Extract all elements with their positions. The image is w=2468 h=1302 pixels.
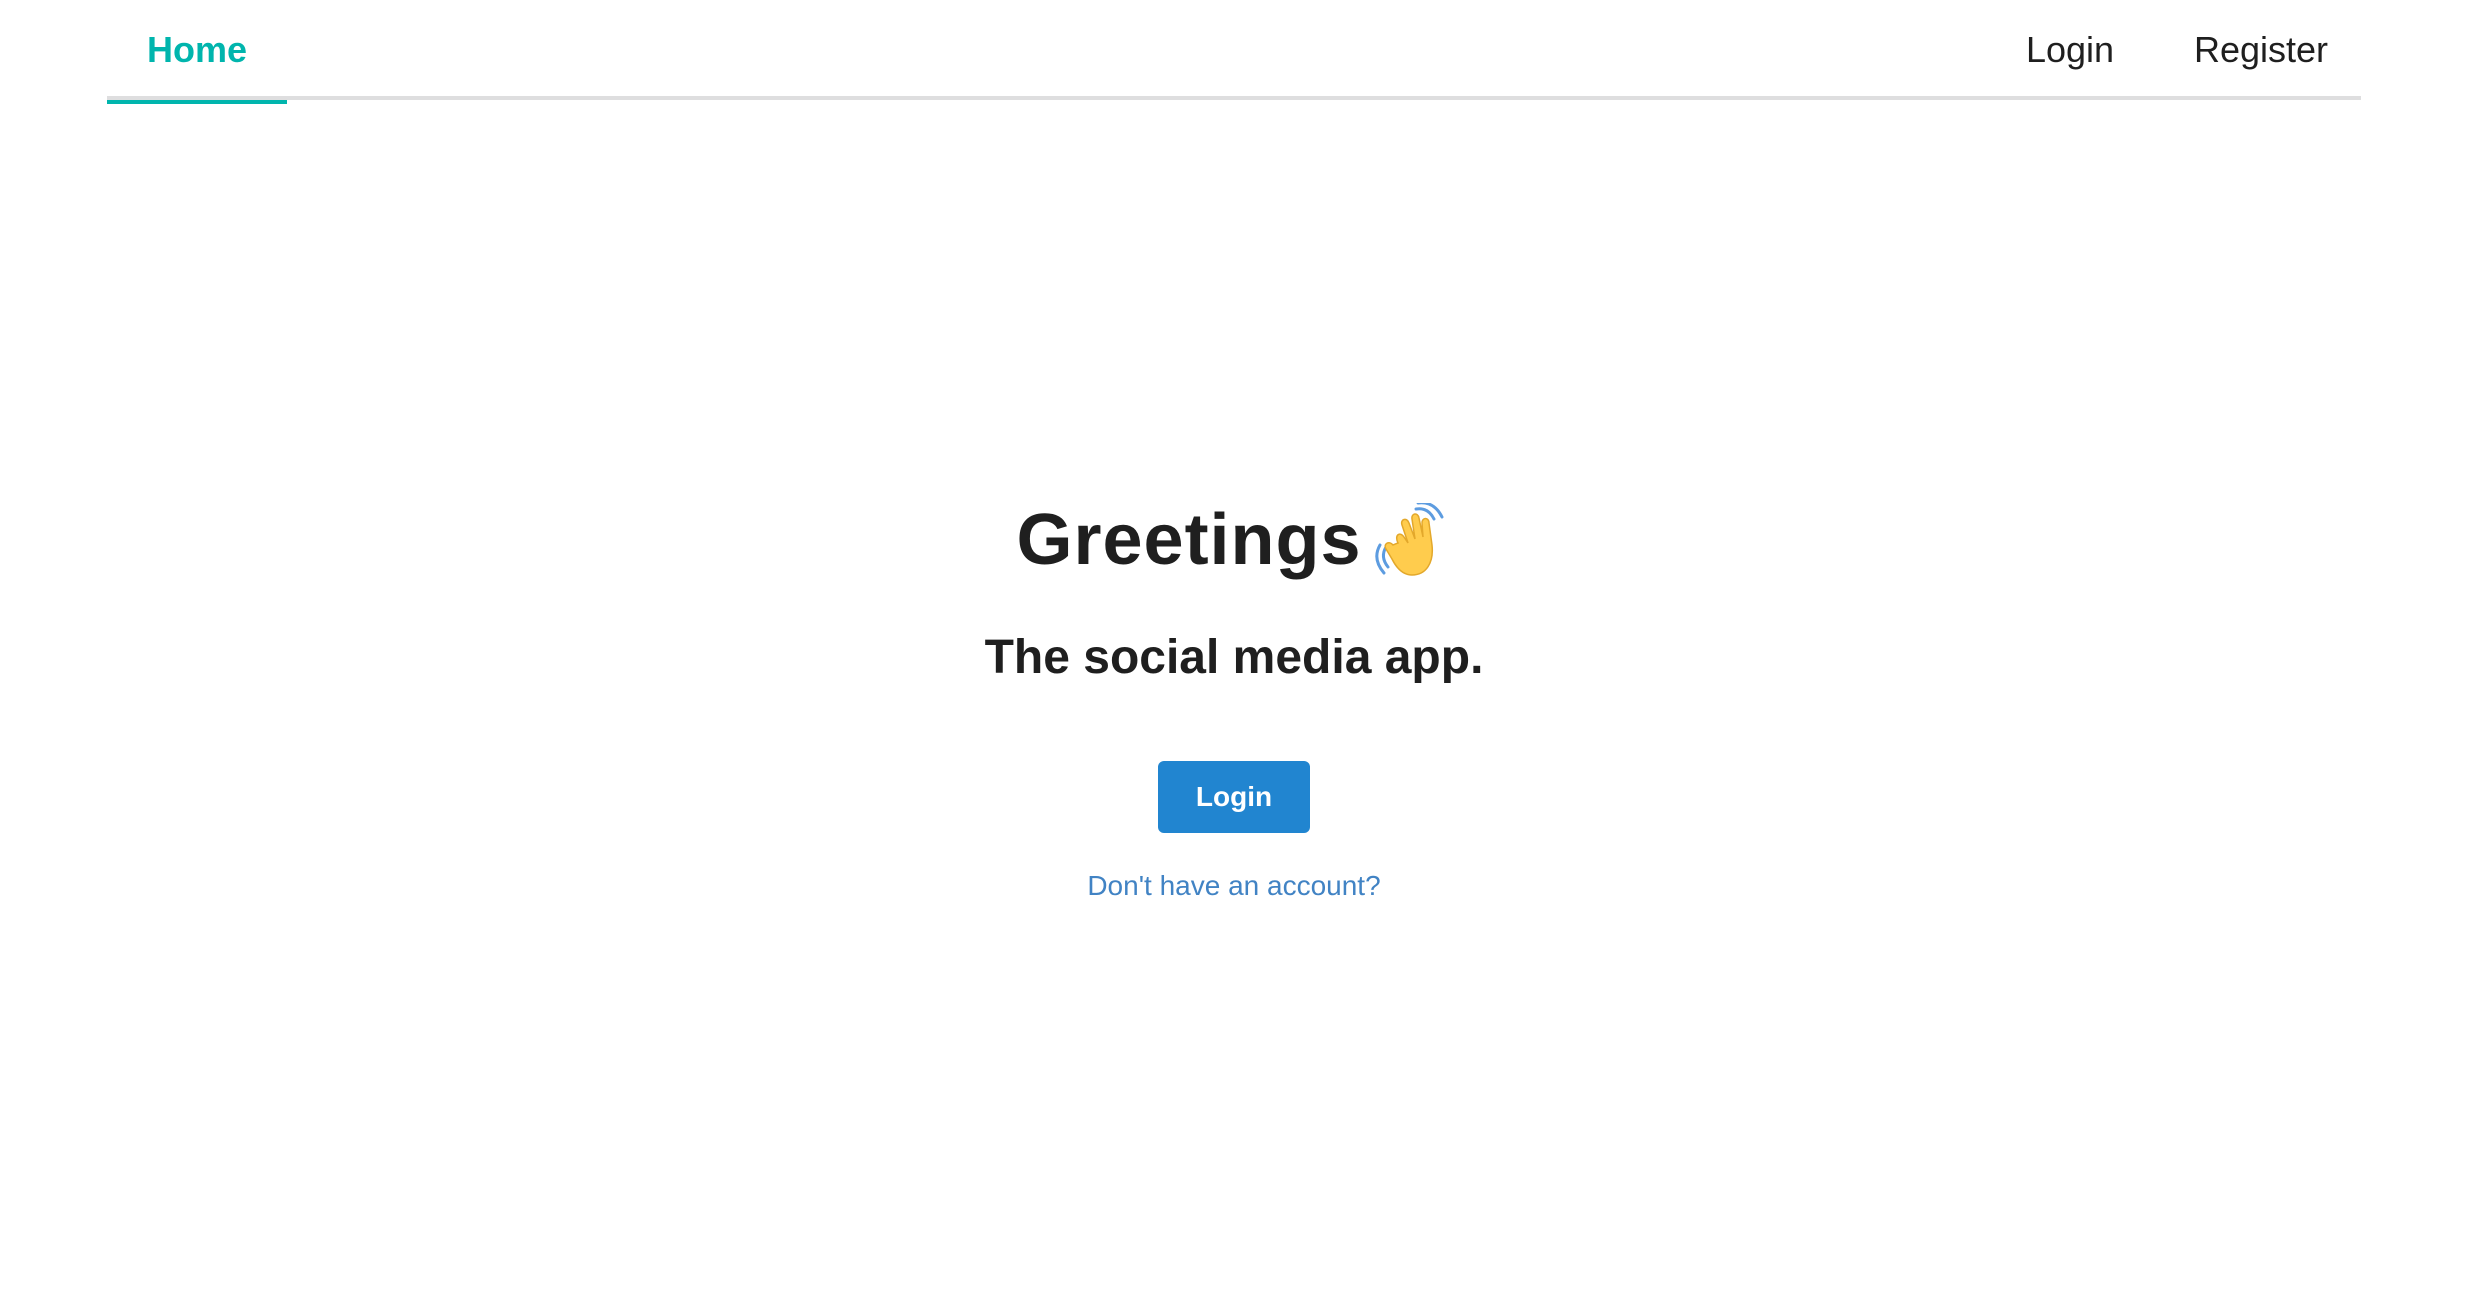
greeting-row: Greetings [0,490,2468,590]
waving-hand-icon [1374,503,1444,576]
register-link[interactable]: Don't have an account? [0,870,2468,902]
hero-section: Greetings The social media app. Login Do… [0,0,2468,1302]
page: Greetings The social media app. Login Do… [0,0,2468,1302]
nav-login[interactable]: Login [1994,0,2146,100]
nav-home[interactable]: Home [107,0,287,104]
subtitle: The social media app. [984,631,1484,684]
nav-register[interactable]: Register [2161,0,2361,100]
top-navbar: Home Login Register [107,0,2361,104]
greeting-title: Greetings [1016,500,1362,580]
login-button[interactable]: Login [1158,761,1310,833]
